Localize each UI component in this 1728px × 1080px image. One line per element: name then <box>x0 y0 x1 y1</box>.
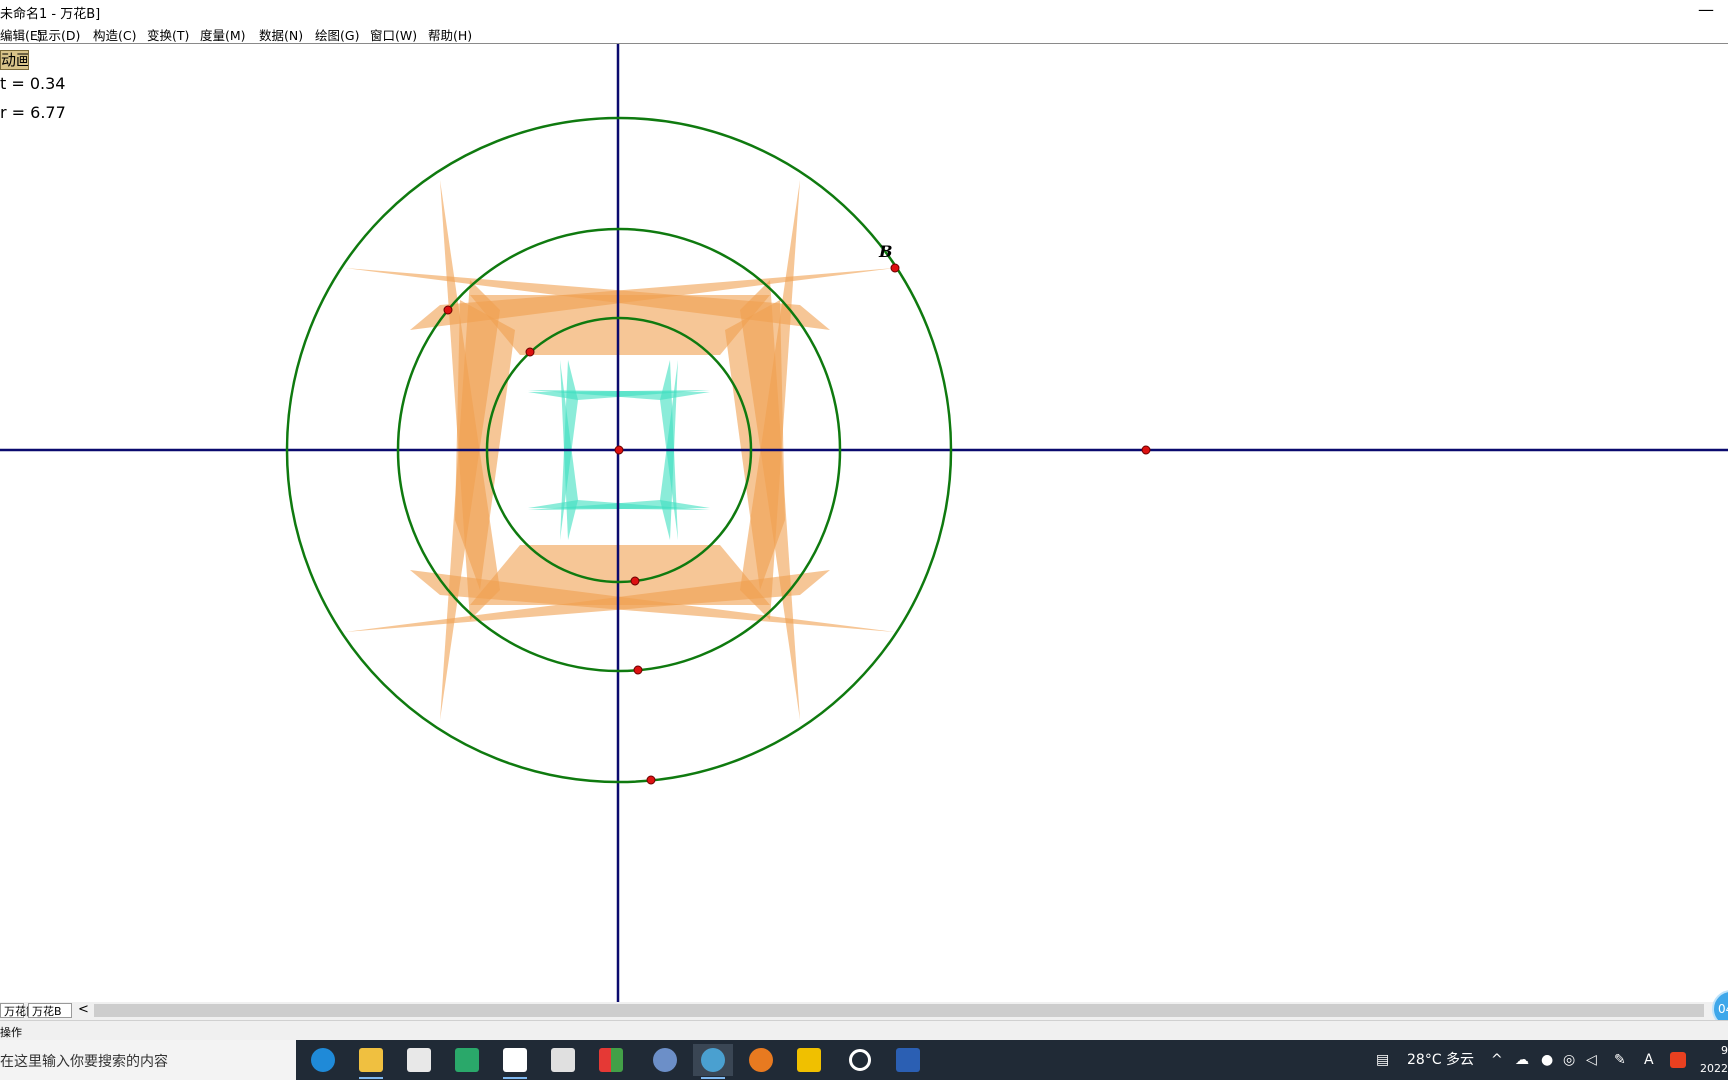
point-b[interactable] <box>890 263 900 273</box>
minimize-button[interactable]: — <box>1698 0 1714 19</box>
measurement-t[interactable]: t = 0.34 <box>0 74 65 93</box>
file-explorer-icon[interactable] <box>351 1044 391 1079</box>
page-tabs-bar: 万花筒 万花B < <box>0 1002 1728 1020</box>
unit-point[interactable] <box>1141 445 1151 455</box>
status-text: 操作 <box>0 1026 22 1039</box>
menu-graph[interactable]: 绘图(G) <box>315 25 359 44</box>
tab-kaleidoscope[interactable]: 万花筒 <box>0 1003 37 1018</box>
chevron-up-icon[interactable]: ^ <box>1491 1040 1503 1080</box>
title-bar: 未命名1 - 万花B] — <box>0 0 1728 22</box>
circle-point[interactable] <box>443 305 453 315</box>
sketchpad-icon[interactable] <box>495 1044 535 1079</box>
search-tool-icon[interactable] <box>741 1044 781 1076</box>
menu-bar: 编辑(E) 显示(D) 构造(C) 变换(T) 度量(M) 数据(N) 绘图(G… <box>0 22 1728 44</box>
menu-help[interactable]: 帮助(H) <box>428 25 472 44</box>
point-b-label[interactable]: B <box>878 242 893 261</box>
store-icon[interactable] <box>399 1044 439 1076</box>
word-icon[interactable] <box>888 1044 928 1076</box>
clock[interactable]: 9 2022 <box>1700 1042 1728 1078</box>
search-placeholder: 在这里输入你要搜索的内容 <box>0 1054 168 1070</box>
menu-measure[interactable]: 度量(M) <box>200 25 246 44</box>
taskbar: 在这里输入你要搜索的内容 ▤ 28°C 多云 ^ ☁ ● ◎ ◁ ✎ A 9 2… <box>0 1040 1728 1080</box>
origin-point[interactable] <box>614 445 624 455</box>
network-icon[interactable]: ◎ <box>1563 1040 1575 1080</box>
menu-display[interactable]: 显示(D) <box>36 25 80 44</box>
horizontal-scrollbar[interactable] <box>94 1004 1704 1017</box>
office-icon[interactable] <box>591 1044 631 1076</box>
orange-blade <box>470 545 770 605</box>
settings-icon[interactable] <box>840 1044 880 1076</box>
menu-construct[interactable]: 构造(C) <box>93 25 136 44</box>
clock-time: 9 <box>1721 1044 1728 1057</box>
volume-icon[interactable]: ◁ <box>1586 1040 1597 1080</box>
status-bar: 操作 <box>0 1020 1728 1041</box>
menu-transform[interactable]: 变换(T) <box>147 25 189 44</box>
weather-text[interactable]: 28°C 多云 <box>1407 1040 1474 1080</box>
circle-point[interactable] <box>525 347 535 357</box>
cloud-icon[interactable]: ☁ <box>1515 1040 1529 1080</box>
taskbar-search-input[interactable]: 在这里输入你要搜索的内容 <box>0 1040 296 1080</box>
tab-kaleidoscope-b[interactable]: 万花B <box>28 1003 72 1018</box>
measurement-r[interactable]: r = 6.77 <box>0 103 66 122</box>
media-player-icon[interactable] <box>447 1044 487 1076</box>
animate-point-button[interactable]: 动画点 <box>0 50 29 70</box>
x-app-icon[interactable] <box>543 1044 583 1076</box>
clock-date: 2022 <box>1700 1062 1728 1075</box>
sogou-icon[interactable] <box>1670 1040 1686 1080</box>
pen-icon[interactable]: ✎ <box>1614 1040 1626 1080</box>
scroll-left-icon[interactable]: < <box>78 1002 89 1017</box>
news-icon[interactable]: ▤ <box>1376 1040 1389 1080</box>
geometry-app-icon[interactable] <box>693 1044 733 1079</box>
orange-blade <box>470 295 770 355</box>
r-app-icon[interactable] <box>645 1044 685 1076</box>
ime-indicator[interactable]: A <box>1644 1040 1654 1080</box>
menu-data[interactable]: 数据(N) <box>259 25 303 44</box>
sketch-canvas[interactable]: B <box>0 44 1728 1002</box>
pdf-app-icon[interactable] <box>789 1044 829 1076</box>
sketch-drawing[interactable]: B <box>0 44 1728 1002</box>
circle-point[interactable] <box>630 576 640 586</box>
microphone-icon[interactable]: ● <box>1541 1040 1553 1080</box>
circle-point[interactable] <box>646 775 656 785</box>
window-title: 未命名1 - 万花B] <box>0 7 101 22</box>
circle-point[interactable] <box>633 665 643 675</box>
menu-window[interactable]: 窗口(W) <box>370 25 417 44</box>
edge-icon[interactable] <box>303 1044 343 1076</box>
